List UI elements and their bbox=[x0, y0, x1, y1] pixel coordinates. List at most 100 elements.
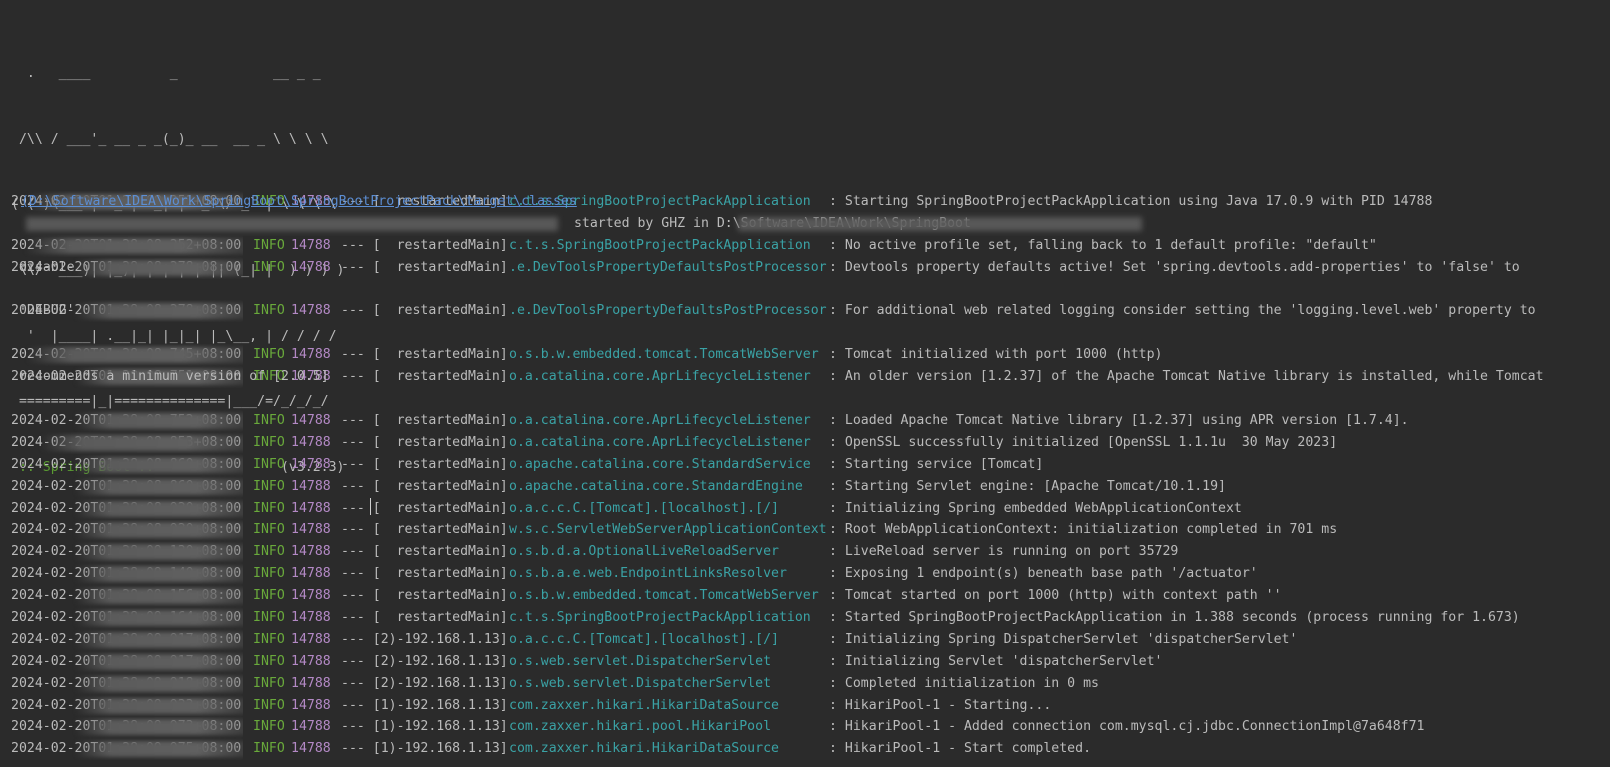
log-logger: o.a.catalina.core.AprLifecycleListener bbox=[509, 369, 811, 385]
redaction-mask bbox=[41, 434, 243, 451]
log-logger: c.t.s.SpringBootProjectPackApplication bbox=[509, 237, 811, 253]
log-timestamp: 2024-02-20T01:28:09.917+08:00 bbox=[11, 629, 243, 651]
log-message: : No active profile set, falling back to… bbox=[829, 237, 1377, 253]
log-line: 2024-02-20T01:28:08.745+08:00 INFO 14788 --… bbox=[0, 344, 1610, 366]
banner-line: /\\ / ___'_ __ _ _(_)_ __ __ _ \ \ \ \ bbox=[11, 131, 329, 147]
log-level: INFO bbox=[253, 631, 285, 647]
redaction-mask bbox=[75, 478, 243, 495]
log-level: INFO bbox=[253, 434, 285, 450]
log-pid: 14788 bbox=[291, 522, 331, 538]
log-level: INFO bbox=[253, 566, 285, 582]
log-level: INFO bbox=[253, 500, 285, 516]
log-timestamp: 2024-02-20T01:28:08.745+08:00 bbox=[11, 344, 243, 366]
log-pid: 14788 bbox=[291, 478, 331, 494]
log-level: INFO bbox=[253, 522, 285, 538]
log-thread: --- [2)-192.168.1.13] bbox=[341, 675, 508, 691]
log-thread: --- [ restartedMain] bbox=[341, 544, 508, 560]
log-line: 2024-02-20T01:28:09.140+08:00 INFO 14788 --… bbox=[0, 563, 1610, 585]
redaction-mask bbox=[27, 347, 243, 364]
log-pid: 14788 bbox=[291, 566, 331, 582]
log-message: : HikariPool-1 - Start completed. bbox=[829, 741, 1092, 757]
log-line: 2024-02-20T01:28:08.751+08:00INFO14788--… bbox=[0, 366, 1610, 410]
log-logger: o.s.b.w.embedded.tomcat.TomcatWebServer bbox=[509, 347, 819, 363]
log-thread: --- [1)-192.168.1.13] bbox=[341, 697, 508, 713]
log-line: 2024-02-20T01:28:08.860+08:00 INFO 14788 --… bbox=[0, 454, 1610, 476]
log-level: INFO bbox=[253, 347, 285, 363]
log-logger: o.apache.catalina.core.StandardEngine bbox=[509, 478, 803, 494]
log-thread: --- [ restartedMain] bbox=[341, 609, 508, 625]
log-pid: 14788 bbox=[291, 500, 331, 516]
log-continuation: recommends a minimum version of [2.0.5] bbox=[19, 369, 329, 385]
log-pid: 14788 bbox=[291, 412, 331, 428]
log-timestamp: 2024-02-20T01:28:09.164+08:00 bbox=[11, 607, 243, 629]
log-timestamp: 2024-02-20T01:28:09.973+08:00 bbox=[11, 716, 243, 738]
log-thread: --- [1)-192.168.1.13] bbox=[341, 719, 508, 735]
log-level: INFO bbox=[253, 237, 285, 253]
log-level: INFO bbox=[253, 609, 285, 625]
log-thread: --- [ restartedMain] bbox=[341, 434, 508, 450]
log-pid: 14788 bbox=[291, 347, 331, 363]
redaction-mask bbox=[75, 259, 243, 276]
log-thread: --- [ restartedMain] bbox=[341, 303, 508, 319]
log-line: 2024-02-20T01:28:08.853+08:00 INFO 14788 --… bbox=[0, 432, 1610, 454]
log-logger: com.zaxxer.hikari.HikariDataSource bbox=[509, 697, 779, 713]
log-line: 2024-02-20T01:28:09.917+08:00 INFO 14788 --… bbox=[0, 629, 1610, 651]
log-pid: 14788 bbox=[291, 609, 331, 625]
banner-line: . ____ _ __ _ _ bbox=[11, 65, 321, 81]
log-line: 2024-02-20T01:28:08.251+08:00INFO14788--… bbox=[0, 191, 1610, 235]
redaction-mask bbox=[75, 588, 243, 605]
log-level: INFO bbox=[253, 259, 285, 275]
log-thread: --- [ restartedMain] bbox=[341, 412, 508, 428]
log-line: 2024-02-20T01:28:08.252+08:00 INFO 14788 --… bbox=[0, 235, 1610, 257]
log-level: INFO bbox=[253, 478, 285, 494]
log-path-link[interactable]: (D:\Software\IDEA\Work\SpringBoot\Spring… bbox=[21, 191, 577, 213]
log-message: : Starting SpringBootProjectPackApplicat… bbox=[829, 194, 1433, 209]
log-logger: o.s.b.a.e.web.EndpointLinksResolver bbox=[509, 566, 787, 582]
redaction-mask bbox=[75, 544, 243, 561]
log-timestamp: 2024-02-20T01:28:08.860+08:00 bbox=[11, 476, 243, 498]
log-timestamp: 2024-02-20T01:28:08.860+08:00 bbox=[11, 454, 243, 476]
redaction-mask bbox=[75, 697, 243, 714]
log-thread: --- [ restartedMain] bbox=[341, 369, 508, 385]
redaction-mask bbox=[75, 653, 243, 670]
log-pid: 14788 bbox=[291, 544, 331, 560]
log-logger: c.t.s.SpringBootProjectPackApplication bbox=[509, 609, 811, 625]
log-line: 2024-02-20T01:28:08.278+08:00INFO14788--… bbox=[0, 300, 1610, 344]
log-message: : HikariPool-1 - Added connection com.my… bbox=[829, 719, 1425, 735]
log-message: : LiveReload server is running on port 3… bbox=[829, 544, 1179, 560]
log-line: 2024-02-20T01:28:08.920+08:00 INFO 14788 --… bbox=[0, 497, 1610, 520]
console-output[interactable]: . ____ _ __ _ _ /\\ / ___'_ __ _ _(_)_ _… bbox=[0, 0, 1610, 767]
redaction-mask bbox=[25, 237, 243, 254]
log-message: : Loaded Apache Tomcat Native library [1… bbox=[829, 412, 1409, 428]
log-timestamp: 2024-02-20T01:28:09.130+08:00 bbox=[11, 541, 243, 563]
log-timestamp: 2024-02-20T01:28:08.853+08:00 bbox=[11, 432, 243, 454]
log-thread: --- [2)-192.168.1.13] bbox=[341, 631, 508, 647]
log-pid: 14788 bbox=[291, 653, 331, 669]
redaction-mask bbox=[738, 217, 1142, 231]
log-line: 2024-02-20T01:28:09.917+08:00 INFO 14788 --… bbox=[0, 651, 1610, 673]
redaction-mask bbox=[75, 741, 243, 758]
log-timestamp: 2024-02-20T01:28:08.920+08:00 bbox=[11, 498, 243, 520]
log-line: 2024-02-20T01:28:08.860+08:00 INFO 14788 --… bbox=[0, 476, 1610, 498]
log-level: INFO bbox=[253, 653, 285, 669]
log-timestamp: 2024-02-20T01:28:08.752+08:00 bbox=[11, 410, 243, 432]
log-thread: --- [1)-192.168.1.13] bbox=[341, 741, 508, 757]
log-thread: --- [ restartedMain] bbox=[341, 347, 508, 363]
redaction-mask bbox=[75, 631, 243, 648]
log-line: 2024-02-20T01:28:09.973+08:00 INFO 14788 --… bbox=[0, 716, 1610, 738]
log-thread: --- [ restartedMain] bbox=[341, 237, 508, 253]
log-thread: --- [2)-192.168.1.13] bbox=[341, 653, 508, 669]
log-message: : Exposing 1 endpoint(s) beneath base pa… bbox=[829, 566, 1258, 582]
log-line: 2024-02-20T01:28:09.156+08:00 INFO 14788 --… bbox=[0, 585, 1610, 607]
log-level: INFO bbox=[253, 719, 285, 735]
text-caret bbox=[370, 497, 371, 515]
log-level: INFO bbox=[253, 741, 285, 757]
log-pid: 14788 bbox=[291, 719, 331, 735]
log-timestamp: 2024-02-20T01:28:08.920+08:00 bbox=[11, 519, 243, 541]
log-logger: com.zaxxer.hikari.pool.HikariPool bbox=[509, 719, 772, 735]
log-pid: 14788 bbox=[291, 303, 331, 319]
log-lines: 2024-02-20T01:28:08.251+08:00INFO14788--… bbox=[0, 191, 1610, 760]
log-continuation: 'DEBUG' bbox=[19, 303, 75, 319]
log-message: : An older version [1.2.37] of the Apach… bbox=[829, 369, 1544, 385]
log-message: : Completed initialization in 0 ms bbox=[829, 675, 1099, 691]
